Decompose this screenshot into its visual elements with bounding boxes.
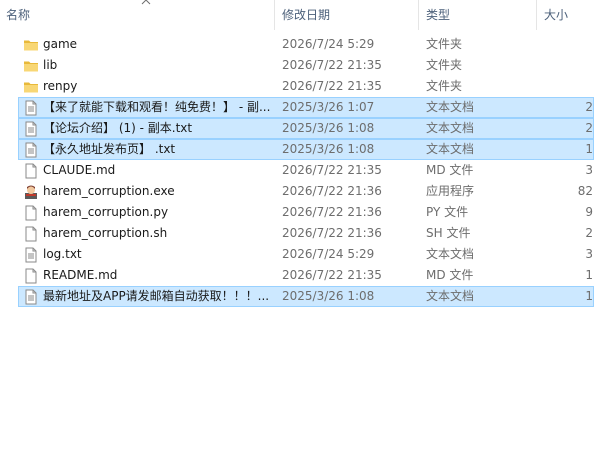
file-modified-date: 2026/7/22 21:36 xyxy=(282,205,382,219)
file-row[interactable]: 最新地址及APP请发邮箱自动获取！！！... 2025/3/26 1:08 文本文档… xyxy=(18,286,594,307)
file-name: 【永久地址发布页】 .txt xyxy=(43,142,176,156)
column-header-bar: 名称 修改日期 类型 大小 xyxy=(0,0,594,30)
column-divider[interactable] xyxy=(418,0,419,30)
file-modified-date: 2025/3/26 1:07 xyxy=(282,100,375,114)
file-modified-date: 2026/7/22 21:36 xyxy=(282,184,382,198)
file-modified-date: 2025/3/26 1:08 xyxy=(282,142,375,156)
file-name: log.txt xyxy=(43,247,82,261)
file-modified-date: 2025/3/26 1:08 xyxy=(282,289,375,303)
file-size: 2 xyxy=(585,100,593,114)
file-modified-date: 2026/7/24 5:29 xyxy=(282,247,375,261)
file-type: 文本文档 xyxy=(426,121,475,135)
blank-file-icon xyxy=(23,203,39,222)
column-divider[interactable] xyxy=(536,0,537,30)
file-row[interactable]: README.md 2026/7/22 21:35 MD 文件 1 xyxy=(18,265,594,286)
file-name: game xyxy=(43,37,78,51)
file-name: renpy xyxy=(43,79,78,93)
file-type: 文本文档 xyxy=(426,142,475,156)
folder-icon xyxy=(23,56,39,75)
file-row[interactable]: lib 2026/7/22 21:35 文件夹 xyxy=(18,55,594,76)
file-type: 文本文档 xyxy=(426,289,475,303)
file-type: MD 文件 xyxy=(426,268,474,282)
file-modified-date: 2026/7/24 5:29 xyxy=(282,37,375,51)
file-name: CLAUDE.md xyxy=(43,163,116,177)
file-modified-date: 2026/7/22 21:35 xyxy=(282,163,382,177)
file-size: 1 xyxy=(585,268,593,282)
column-header-date[interactable]: 修改日期 xyxy=(276,0,418,30)
file-name: harem_corruption.py xyxy=(43,205,169,219)
file-size: 3 xyxy=(585,163,593,177)
file-row[interactable]: log.txt 2026/7/24 5:29 文本文档 3 xyxy=(18,244,594,265)
file-row[interactable]: harem_corruption.exe 2026/7/22 21:36 应用程序 8… xyxy=(18,181,594,202)
blank-file-icon xyxy=(23,224,39,243)
folder-icon xyxy=(23,35,39,54)
folder-icon xyxy=(23,77,39,96)
file-row[interactable]: harem_corruption.sh 2026/7/22 21:36 SH 文件 2 xyxy=(18,223,594,244)
file-type: 文件夹 xyxy=(426,79,463,93)
text-file-icon xyxy=(23,245,39,264)
file-name: harem_corruption.sh xyxy=(43,226,168,240)
file-row[interactable]: 【论坛介绍】 (1) - 副本.txt 2025/3/26 1:08 文本文档 2 xyxy=(18,118,594,139)
file-type: 文本文档 xyxy=(426,100,475,114)
file-modified-date: 2026/7/22 21:35 xyxy=(282,268,382,282)
file-name: 【来了就能下载和观看！纯免费！】 - 副... xyxy=(43,100,271,114)
file-size: 1 xyxy=(585,289,593,303)
column-header-name[interactable]: 名称 xyxy=(0,0,274,30)
file-modified-date: 2025/3/26 1:08 xyxy=(282,121,375,135)
text-file-icon xyxy=(23,119,39,138)
file-size xyxy=(541,77,593,96)
file-row[interactable]: CLAUDE.md 2026/7/22 21:35 MD 文件 3 xyxy=(18,160,594,181)
file-type: PY 文件 xyxy=(426,205,469,219)
file-name: harem_corruption.exe xyxy=(43,184,175,198)
file-size: 3 xyxy=(585,247,593,261)
text-file-icon xyxy=(23,287,39,306)
file-type: 文件夹 xyxy=(426,37,463,51)
file-name: lib xyxy=(43,58,58,72)
file-row[interactable]: game 2026/7/24 5:29 文件夹 xyxy=(18,34,594,55)
column-divider[interactable] xyxy=(274,0,275,30)
file-name: README.md xyxy=(43,268,118,282)
file-row[interactable]: 【永久地址发布页】 .txt 2025/3/26 1:08 文本文档 1 xyxy=(18,139,594,160)
file-name: 【论坛介绍】 (1) - 副本.txt xyxy=(43,121,193,135)
file-modified-date: 2026/7/22 21:35 xyxy=(282,58,382,72)
file-row[interactable]: renpy 2026/7/22 21:35 文件夹 xyxy=(18,76,594,97)
file-type: MD 文件 xyxy=(426,163,474,177)
column-header-type[interactable]: 类型 xyxy=(420,0,536,30)
file-type: 文件夹 xyxy=(426,58,463,72)
file-type: SH 文件 xyxy=(426,226,471,240)
file-row[interactable]: harem_corruption.py 2026/7/22 21:36 PY 文件 9 xyxy=(18,202,594,223)
file-modified-date: 2026/7/22 21:36 xyxy=(282,226,382,240)
file-name: 最新地址及APP请发邮箱自动获取！！！... xyxy=(43,289,270,303)
blank-file-icon xyxy=(23,266,39,285)
file-size: 2 xyxy=(585,226,593,240)
text-file-icon xyxy=(23,140,39,159)
text-file-icon xyxy=(23,98,39,117)
file-size xyxy=(541,56,593,75)
column-header-size[interactable]: 大小 xyxy=(538,0,594,30)
file-size: 2 xyxy=(585,121,593,135)
file-size xyxy=(541,35,593,54)
file-type: 文本文档 xyxy=(426,247,475,261)
app-icon xyxy=(23,182,39,201)
file-type: 应用程序 xyxy=(426,184,475,198)
file-size: 9 xyxy=(585,205,593,219)
blank-file-icon xyxy=(23,161,39,180)
file-size: 1 xyxy=(585,142,593,156)
file-modified-date: 2026/7/22 21:35 xyxy=(282,79,382,93)
file-size: 82 xyxy=(577,184,593,198)
file-row[interactable]: 【来了就能下载和观看！纯免费！】 - 副... 2025/3/26 1:07 文本文… xyxy=(18,97,594,118)
file-list-pane: 名称 修改日期 类型 大小 game 2026/7/24 5:29 文件夹 lib 20… xyxy=(0,0,594,470)
